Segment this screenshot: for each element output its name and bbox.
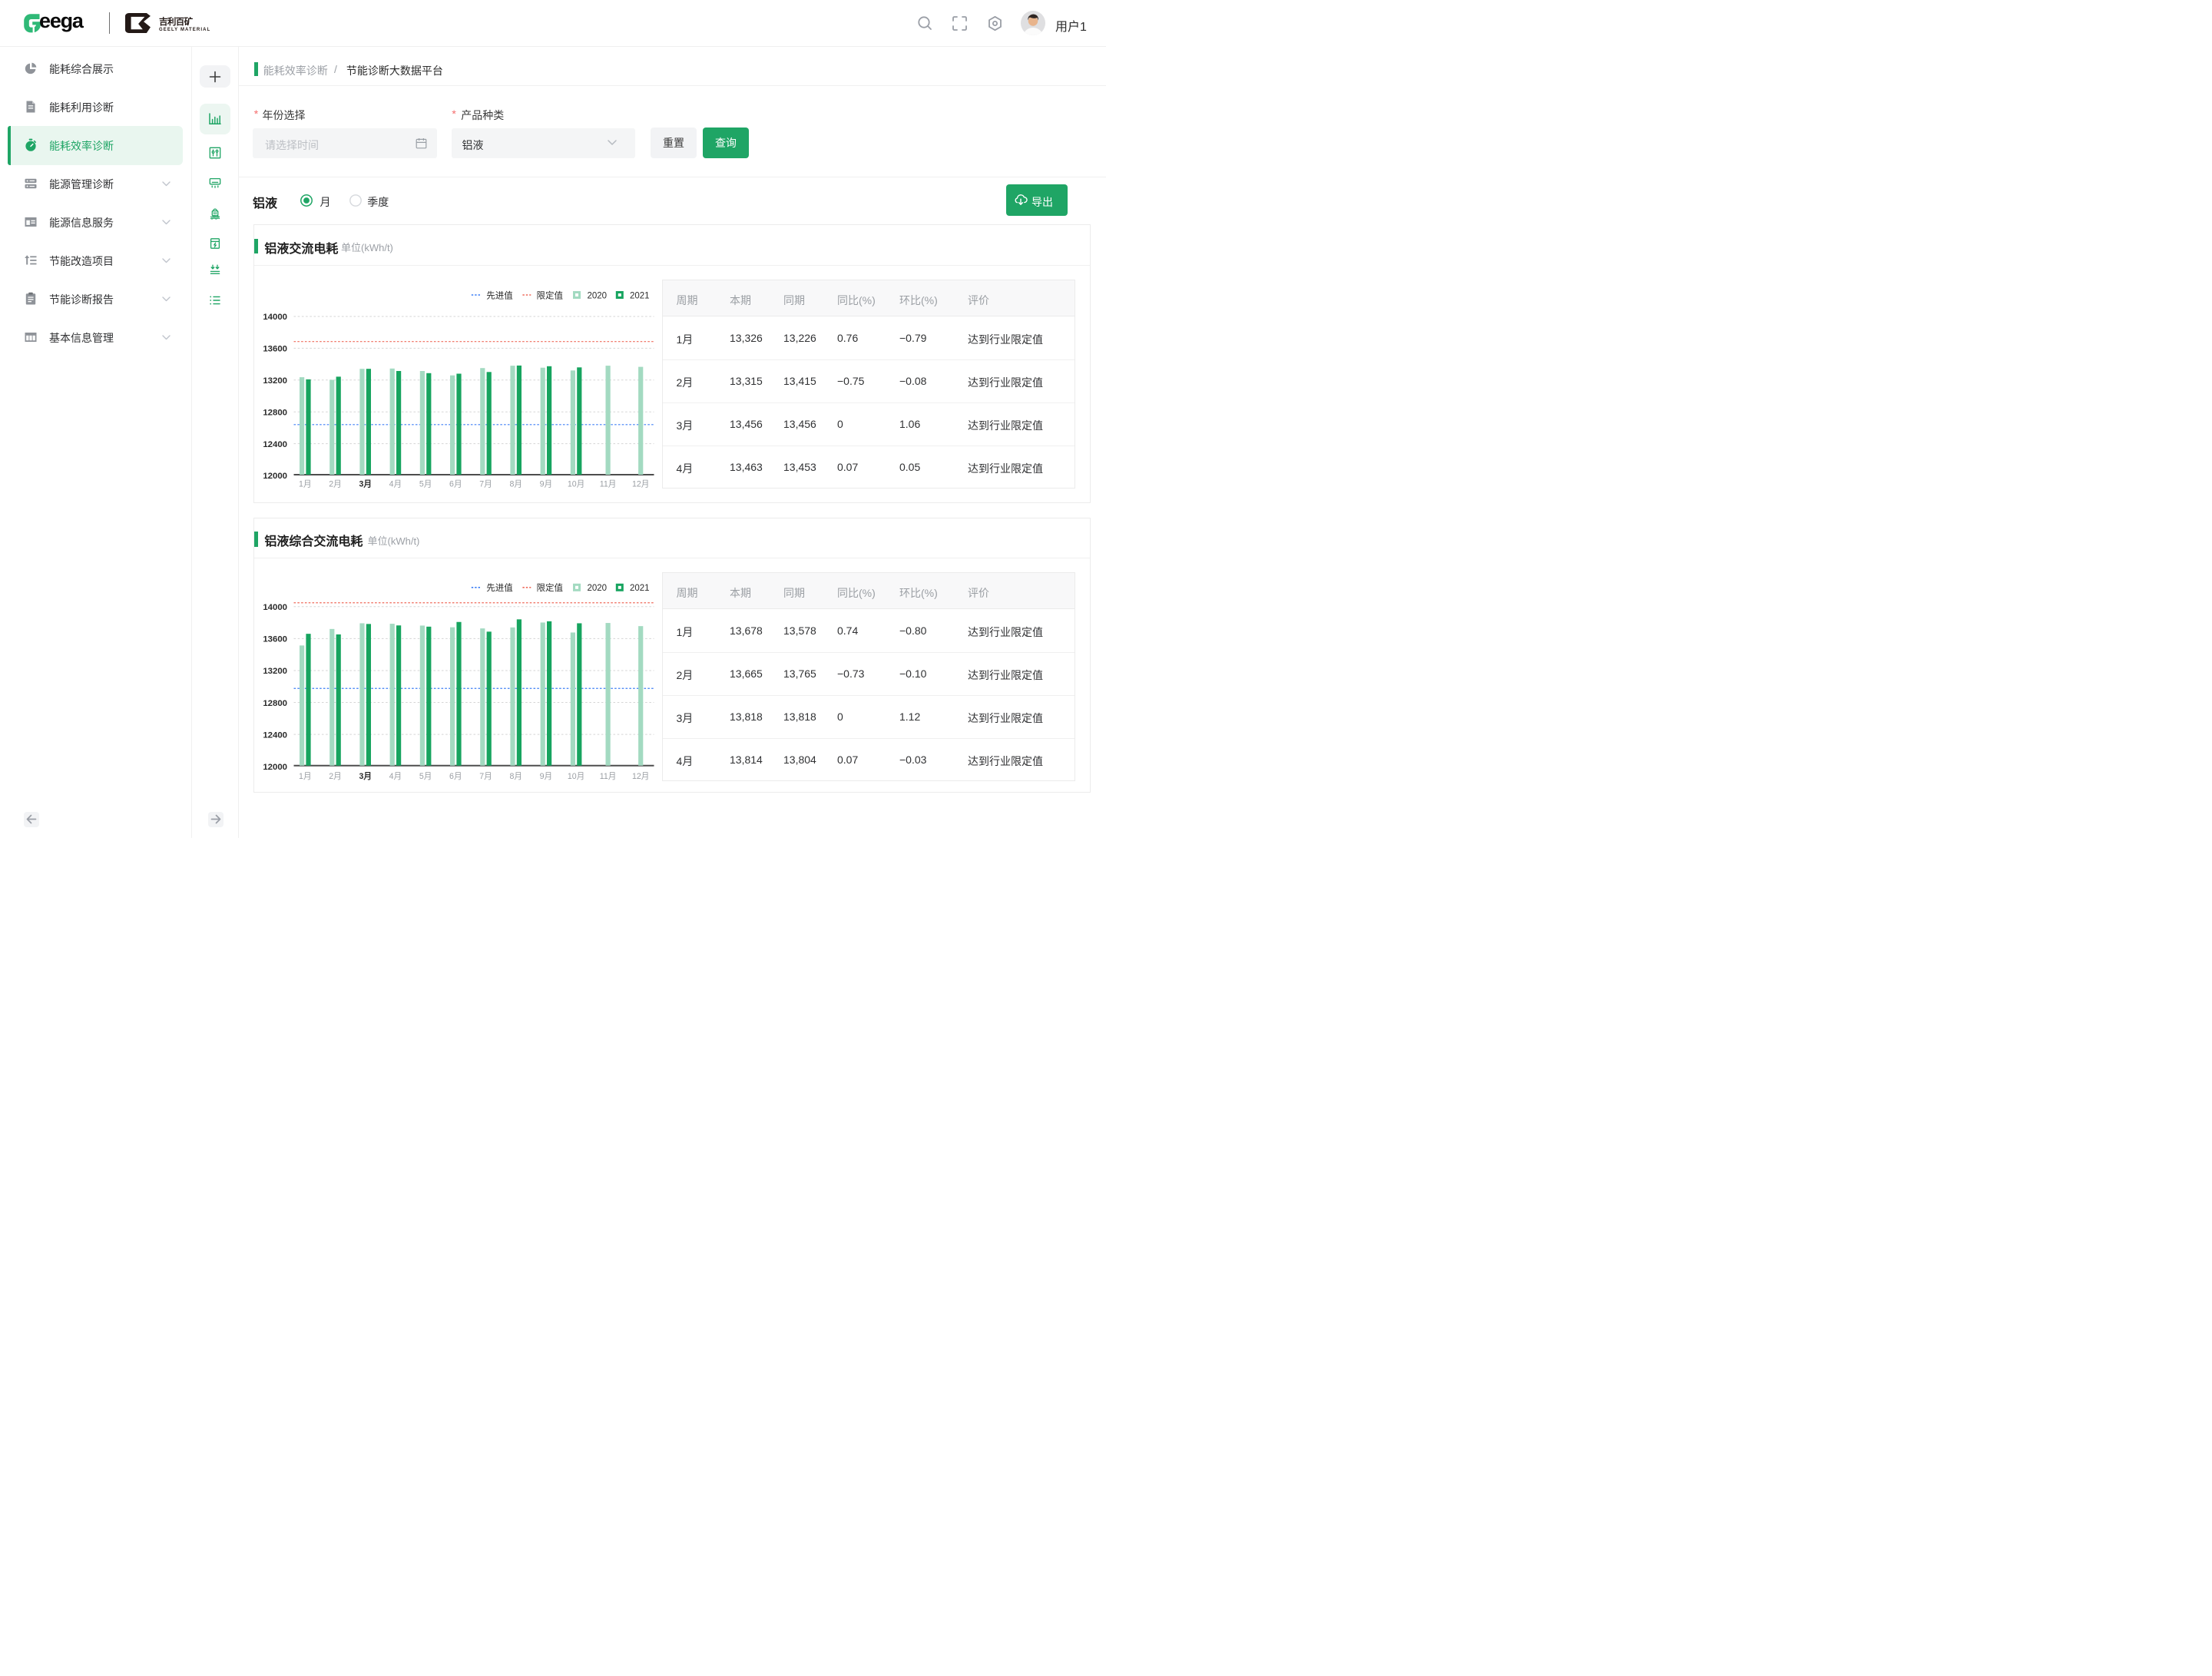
svg-text:12800: 12800 [263,408,287,417]
svg-text:10月: 10月 [568,480,584,489]
svg-text:14000: 14000 [263,313,287,322]
svg-text:12000: 12000 [263,763,287,772]
svg-text:5月: 5月 [419,480,432,489]
svg-text:12月: 12月 [632,480,649,489]
svg-text:1月: 1月 [299,480,312,489]
svg-text:9月: 9月 [540,772,553,781]
svg-text:12400: 12400 [263,440,287,449]
svg-text:限定值: 限定值 [537,290,564,300]
svg-text:2021: 2021 [630,584,650,593]
svg-text:先进值: 先进值 [486,290,513,300]
svg-text:3月: 3月 [359,480,372,489]
svg-text:6月: 6月 [449,480,462,489]
svg-text:12月: 12月 [632,772,649,781]
svg-text:14000: 14000 [263,603,287,612]
svg-text:12800: 12800 [263,699,287,708]
svg-text:12400: 12400 [263,731,287,740]
svg-text:5月: 5月 [419,772,432,781]
svg-text:13600: 13600 [263,635,287,644]
svg-text:2月: 2月 [329,772,342,781]
svg-text:13600: 13600 [263,345,287,354]
svg-text:4月: 4月 [389,772,402,781]
svg-text:先进值: 先进值 [486,583,513,593]
svg-text:4月: 4月 [389,480,402,489]
svg-text:8月: 8月 [509,480,522,489]
svg-text:7月: 7月 [479,480,492,489]
svg-text:8月: 8月 [509,772,522,781]
svg-text:7月: 7月 [479,772,492,781]
svg-text:9月: 9月 [540,480,553,489]
svg-text:2月: 2月 [329,480,342,489]
svg-text:6月: 6月 [449,772,462,781]
svg-text:1月: 1月 [299,772,312,781]
svg-text:13200: 13200 [263,376,287,386]
svg-text:3月: 3月 [359,772,372,781]
svg-text:10月: 10月 [568,772,584,781]
svg-text:11月: 11月 [600,480,617,489]
svg-text:2020: 2020 [588,291,608,300]
svg-text:12000: 12000 [263,472,287,481]
svg-text:2020: 2020 [588,584,608,593]
svg-text:2021: 2021 [630,291,650,300]
svg-text:限定值: 限定值 [537,582,564,593]
svg-text:11月: 11月 [600,772,617,781]
svg-text:13200: 13200 [263,667,287,676]
